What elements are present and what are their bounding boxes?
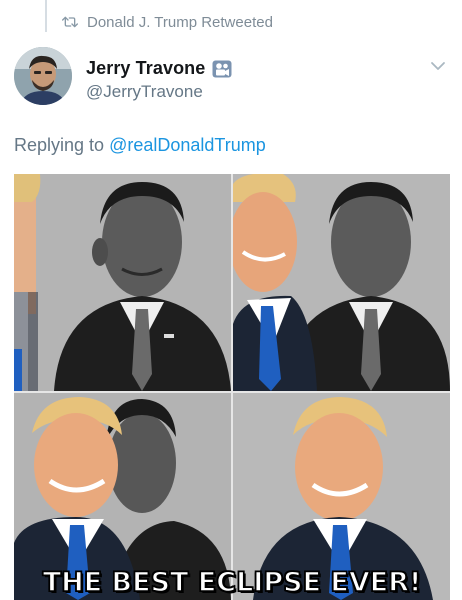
avatar[interactable]: [14, 47, 72, 105]
retweet-icon: [62, 16, 78, 28]
reply-mention-link[interactable]: @realDonaldTrump: [109, 135, 266, 155]
meme-caption: THE BEST ECLIPSE EVER!: [42, 566, 422, 599]
camera-badge-icon: [212, 60, 232, 77]
author-block: Jerry Travone @JerryTravone: [86, 58, 232, 102]
reply-context: Replying to @realDonaldTrump: [14, 135, 266, 156]
chevron-down-icon[interactable]: [430, 60, 446, 72]
name-row: Jerry Travone: [86, 58, 232, 79]
display-name[interactable]: Jerry Travone: [86, 58, 205, 79]
user-handle[interactable]: @JerryTravone: [86, 82, 232, 102]
retweet-label[interactable]: Donald J. Trump Retweeted: [87, 14, 273, 31]
thread-line: [45, 0, 47, 32]
photo-1[interactable]: [14, 174, 231, 391]
media-grid[interactable]: THE BEST ECLIPSE EVER!: [14, 174, 450, 600]
reply-prefix: Replying to: [14, 135, 105, 155]
retweet-context: Donald J. Trump Retweeted: [62, 11, 273, 33]
tweet-card: Donald J. Trump Retweeted Jerry Travone …: [0, 0, 462, 600]
photo-2[interactable]: [233, 174, 450, 391]
profile-avatar: [14, 47, 72, 105]
